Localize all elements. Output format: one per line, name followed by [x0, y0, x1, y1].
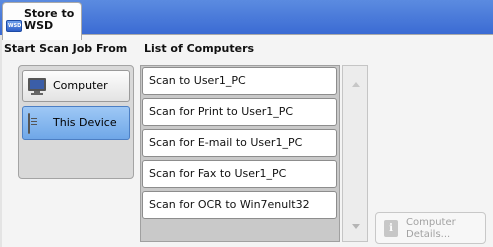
computer-details-button[interactable]: i Computer Details...	[375, 212, 486, 244]
main-panel: Start Scan Job From List of Computers Co…	[2, 34, 493, 247]
list-item[interactable]: Scan for Print to User1_PC	[142, 98, 337, 126]
computer-button[interactable]: Computer	[22, 70, 130, 102]
list-of-computers-title: List of Computers	[144, 42, 255, 55]
computer-list: Scan to User1_PC Scan for Print to User1…	[140, 65, 340, 242]
tab-store-to-wsd[interactable]: Store to WSD	[2, 2, 82, 40]
computer-label: Computer	[53, 79, 108, 92]
tab-label: Store to WSD	[24, 7, 75, 32]
document-icon	[28, 113, 30, 134]
start-scan-job-from-title: Start Scan Job From	[4, 42, 128, 55]
this-device-button[interactable]: This Device	[22, 106, 130, 140]
list-item[interactable]: Scan for Fax to User1_PC	[142, 160, 337, 188]
list-item[interactable]: Scan to User1_PC	[142, 67, 337, 95]
scroll-up-arrow-icon[interactable]	[352, 82, 360, 87]
list-item[interactable]: Scan for OCR to Win7enult32	[142, 191, 337, 219]
list-item[interactable]: Scan for E-mail to User1_PC	[142, 129, 337, 157]
list-scrollbar[interactable]	[342, 65, 368, 242]
scroll-down-arrow-icon[interactable]	[352, 224, 360, 229]
computer-details-label: Computer Details...	[406, 217, 456, 240]
info-icon: i	[384, 220, 398, 237]
scan-source-group: Computer This Device	[18, 65, 134, 179]
wsd-icon	[6, 20, 22, 32]
this-device-label: This Device	[53, 116, 117, 129]
